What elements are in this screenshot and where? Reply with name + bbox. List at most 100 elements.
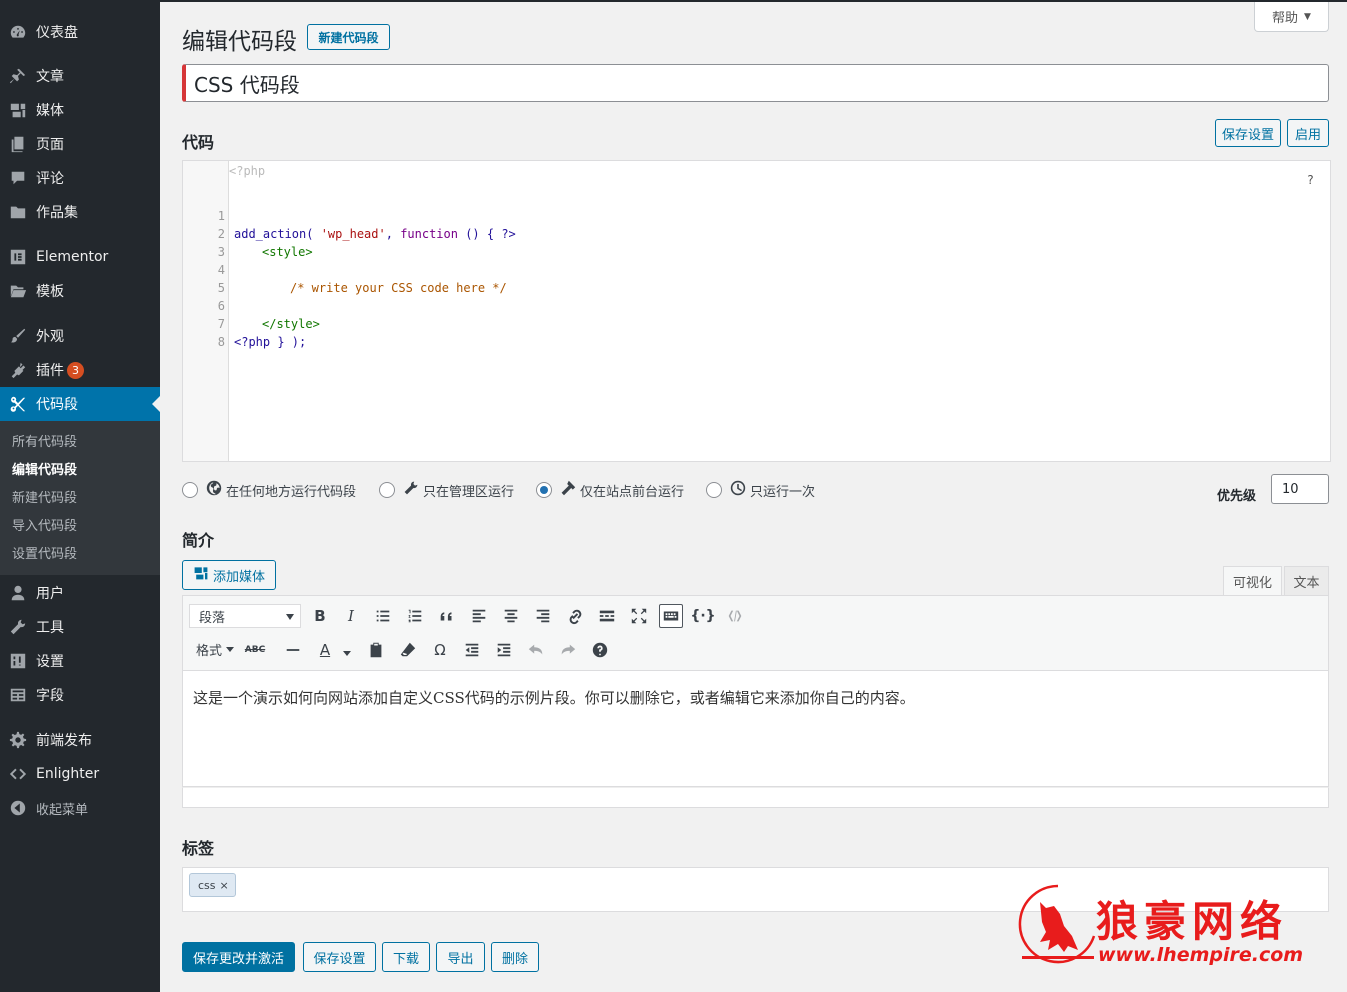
sidebar-item-pages[interactable]: 页面 [0,127,160,161]
sidebar-item-media[interactable]: 媒体 [0,93,160,127]
indent-button[interactable] [492,638,516,662]
activate-button[interactable]: 启用 [1287,119,1329,147]
paste-text-button[interactable] [364,638,388,662]
export-button[interactable]: 导出 [436,942,485,972]
scope-radio[interactable] [706,482,722,498]
sidebar-item-snippets[interactable]: 代码段 [0,387,160,421]
scope-radio-checked[interactable] [536,482,552,498]
format-menu-label: 格式 [196,644,223,659]
special-character-button[interactable]: Ω [428,638,452,662]
collapse-icon [8,798,28,818]
code-editor[interactable]: <?php ? 1 add_action( 'wp_head', functio… [182,160,1331,462]
submenu-all-snippets[interactable]: 所有代码段 [12,431,77,455]
submenu-edit-snippet[interactable]: 编辑代码段 [12,459,77,483]
sidebar-item-label: Elementor [36,249,109,265]
submenu-new-snippet[interactable]: 新建代码段 [12,487,77,511]
snippet-title-input[interactable]: CSS 代码段 [182,64,1329,102]
sidebar-item-templates[interactable]: 模板 [0,274,160,308]
editor-help-icon[interactable]: ? [1307,173,1314,187]
bold-button[interactable]: B [308,604,332,628]
horizontal-line-button[interactable] [281,638,305,662]
sidebar-item-comments[interactable]: 评论 [0,161,160,195]
scope-option-everywhere[interactable]: 在任何地方运行代码段 [182,480,356,500]
save-settings-button[interactable]: 保存设置 [303,942,376,972]
clear-formatting-button[interactable] [396,638,420,662]
watermark-title: 狼豪网络 [1096,897,1289,946]
undo-button[interactable] [524,638,548,662]
format-menu[interactable]: 格式 [196,640,235,659]
sidebar-item-label: 页面 [36,137,64,153]
sidebar-item-label: 外观 [36,329,64,345]
align-center-button[interactable] [499,604,523,628]
submenu-snippet-settings[interactable]: 设置代码段 [12,543,77,567]
align-left-button[interactable] [467,604,491,628]
read-more-button[interactable] [595,604,619,628]
bold-icon: B [314,607,326,625]
code-token: </style> [262,317,320,331]
sidebar-item-tools[interactable]: 工具 [0,610,160,644]
code-block-button[interactable]: {·} [690,604,715,628]
chevron-down-icon[interactable] [343,651,351,660]
omega-icon: Ω [434,641,446,659]
sidebar-item-users[interactable]: 用户 [0,576,160,610]
sidebar-item-settings[interactable]: 设置 [0,644,160,678]
blockquote-button[interactable] [435,604,459,628]
code-icon [8,764,28,784]
eraser-icon [400,642,416,657]
save-and-activate-button[interactable]: 保存更改并激活 [182,942,295,972]
plugin-icon [8,360,28,380]
save-settings-button-top[interactable]: 保存设置 [1215,119,1281,147]
sidebar-item-enlighter[interactable]: Enlighter [0,757,160,791]
align-left-icon [472,609,486,623]
bullet-list-button[interactable] [371,604,395,628]
outdent-icon [465,643,479,657]
inline-code-button[interactable] [723,604,747,628]
add-media-button[interactable]: 添加媒体 [182,560,276,590]
editor-resize-bar[interactable] [182,787,1329,808]
italic-button[interactable]: I [339,604,363,628]
submenu-import-snippets[interactable]: 导入代码段 [12,515,77,539]
keyboard-shortcuts-button[interactable] [588,638,612,662]
outdent-button[interactable] [460,638,484,662]
scope-label: 只在管理区运行 [423,484,515,500]
strikethrough-button[interactable]: ABC [243,638,267,662]
scope-option-admin[interactable]: 只在管理区运行 [379,480,514,500]
sidebar-item-plugins[interactable]: 插件 3 [0,353,160,387]
sidebar-item-frontend-publish[interactable]: 前端发布 [0,723,160,757]
settings-icon [8,651,28,671]
download-button[interactable]: 下载 [382,942,430,972]
paragraph-format-select[interactable]: 段落 [189,604,301,628]
priority-label: 优先级 [1217,489,1257,504]
sidebar-item-dashboard[interactable]: 仪表盘 [0,15,160,49]
sidebar-item-label: 文章 [36,69,64,85]
sidebar-item-portfolio[interactable]: 作品集 [0,195,160,229]
insert-link-button[interactable] [563,604,587,628]
help-tab-button[interactable]: 帮助 ▼ [1254,2,1329,32]
sidebar-item-label: 收起菜单 [36,802,89,818]
new-snippet-button[interactable]: 新建代码段 [307,24,390,50]
sidebar-item-elementor[interactable]: Elementor [0,240,160,274]
scope-radio[interactable] [379,482,395,498]
text-color-button[interactable]: A [313,638,337,662]
sidebar-item-posts[interactable]: 文章 [0,59,160,93]
collapse-menu-button[interactable]: 收起菜单 [0,791,160,825]
scope-option-once[interactable]: 只运行一次 [706,480,815,500]
scope-option-frontend[interactable]: 仅在站点前台运行 [536,480,684,500]
code-token: <?php } ); [234,335,307,349]
fullscreen-button[interactable] [627,604,651,628]
tab-text[interactable]: 文本 [1284,566,1329,596]
tab-visual[interactable]: 可视化 [1223,566,1282,596]
scope-radio[interactable] [182,482,198,498]
fullscreen-icon [631,608,647,624]
numbered-list-button[interactable] [403,604,427,628]
add-media-label: 添加媒体 [212,569,265,585]
sidebar-item-appearance[interactable]: 外观 [0,319,160,353]
toolbar-toggle-button[interactable] [659,604,683,628]
redo-button[interactable] [556,638,580,662]
priority-input[interactable]: 10 [1271,474,1329,504]
sidebar-item-fields[interactable]: 字段 [0,678,160,712]
close-icon[interactable]: × [220,879,229,892]
description-content[interactable]: 这是一个演示如何向网站添加自定义CSS代码的示例片段。你可以删除它，或者编辑它来… [182,671,1329,787]
delete-button[interactable]: 删除 [491,942,539,972]
align-right-button[interactable] [531,604,555,628]
